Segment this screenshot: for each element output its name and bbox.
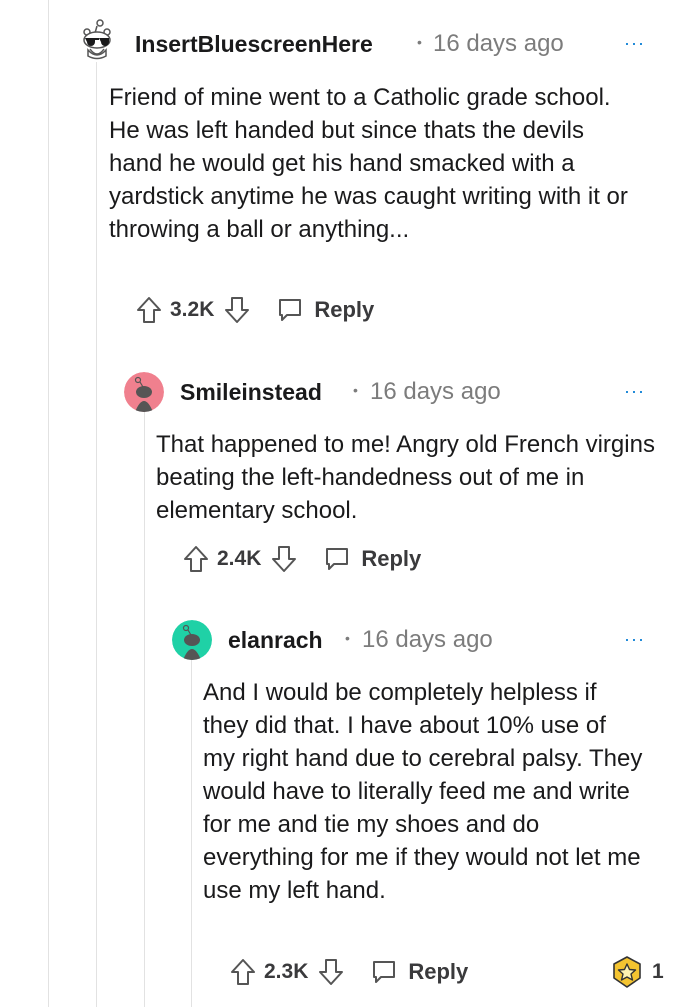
thread-line-comment-1[interactable] [96, 62, 97, 1007]
downvote-icon[interactable] [222, 295, 252, 325]
comment-bubble-icon [326, 548, 349, 570]
vote-score: 2.3K [264, 960, 309, 983]
comment-actions: 3.2K Reply [134, 293, 374, 327]
timestamp[interactable]: 16 days ago [370, 378, 501, 406]
upvote-icon[interactable] [181, 544, 211, 574]
reply-label: Reply [361, 546, 422, 571]
more-options-button[interactable]: ··· [624, 33, 645, 54]
reply-label: Reply [408, 959, 469, 984]
username[interactable]: elanrach [228, 627, 323, 654]
star-award-icon [613, 956, 641, 988]
thread-line-comment-2[interactable] [144, 410, 145, 1007]
upvote-icon[interactable] [134, 295, 164, 325]
downvote-icon[interactable] [316, 957, 346, 987]
reply-label: Reply [314, 297, 375, 322]
thread-line-left [48, 0, 49, 1007]
avatar[interactable] [124, 372, 164, 412]
comment-body: That happened to me! Angry old French vi… [156, 431, 655, 524]
timestamp[interactable]: 16 days ago [433, 30, 564, 58]
award-count: 1 [652, 960, 664, 983]
comment-body: And I would be completely helpless if th… [203, 679, 643, 904]
timestamp[interactable]: 16 days ago [362, 626, 493, 654]
snoo-pink-avatar [124, 372, 164, 412]
comment-actions: 2.4K Reply [181, 542, 421, 576]
comment-actions: 2.3K Reply [228, 955, 468, 989]
upvote-icon[interactable] [228, 957, 258, 987]
more-options-button[interactable]: ··· [624, 381, 645, 402]
award-badge[interactable]: 1 [612, 956, 664, 988]
separator-dot: • [345, 630, 350, 646]
comment-bubble-icon [279, 299, 302, 321]
username[interactable]: InsertBluescreenHere [135, 31, 373, 58]
separator-dot: • [353, 382, 358, 398]
avatar[interactable] [172, 620, 212, 660]
reply-button[interactable]: Reply [323, 545, 421, 573]
snoo-teal-avatar [172, 620, 212, 660]
more-options-button[interactable]: ··· [624, 629, 645, 650]
snoo-sunglasses-avatar [76, 18, 118, 60]
comment-body: Friend of mine went to a Catholic grade … [109, 84, 628, 243]
reply-button[interactable]: Reply [370, 958, 468, 986]
comment-bubble-icon [373, 961, 396, 983]
thread-line-comment-3[interactable] [191, 660, 192, 1007]
vote-score: 2.4K [217, 547, 262, 570]
avatar[interactable] [76, 18, 118, 60]
separator-dot: • [417, 34, 422, 50]
reply-button[interactable]: Reply [276, 296, 374, 324]
downvote-icon[interactable] [269, 544, 299, 574]
vote-score: 3.2K [170, 298, 215, 321]
username[interactable]: Smileinstead [180, 379, 322, 406]
